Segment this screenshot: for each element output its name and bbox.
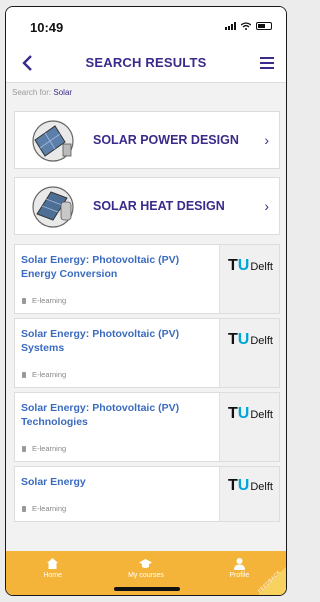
course-title: Solar Energy: Photovoltaic (PV) Energy C… bbox=[21, 254, 180, 280]
solar-collector-icon bbox=[32, 186, 74, 228]
page-title: SEARCH RESULTS bbox=[85, 55, 207, 70]
course-card[interactable]: Solar Energy E-learning TU Delft bbox=[14, 466, 280, 522]
phone-screen: 10:49 SEARCH RESULTS Search for: Solar S… bbox=[5, 6, 287, 596]
device-icon bbox=[22, 297, 26, 304]
topic-card-solar-heat[interactable]: SOLAR HEAT DESIGN › bbox=[14, 177, 280, 235]
course-card[interactable]: Solar Energy: Photovoltaic (PV) Technolo… bbox=[14, 392, 280, 462]
provider-logo-panel: TU Delft bbox=[219, 319, 279, 387]
device-icon bbox=[22, 445, 26, 452]
course-meta: E-learning bbox=[22, 370, 66, 379]
solar-panel-icon bbox=[32, 120, 74, 162]
course-type: E-learning bbox=[32, 444, 67, 453]
signal-icon bbox=[225, 22, 236, 30]
tudelft-logo: TU Delft bbox=[228, 477, 273, 494]
provider-logo-panel: TU Delft bbox=[219, 393, 279, 461]
provider-logo-panel: TU Delft bbox=[219, 245, 279, 313]
tab-label: Home bbox=[43, 572, 62, 579]
tab-home[interactable]: Home bbox=[18, 557, 88, 579]
topic-label: SOLAR HEAT DESIGN bbox=[93, 199, 225, 213]
search-query: Solar bbox=[53, 88, 73, 97]
tudelft-logo: TU Delft bbox=[228, 405, 273, 422]
status-time: 10:49 bbox=[30, 20, 64, 35]
course-type: E-learning bbox=[32, 370, 67, 379]
device-icon bbox=[22, 371, 26, 378]
tudelft-logo: TU Delft bbox=[228, 257, 273, 274]
tab-label: My courses bbox=[128, 572, 164, 579]
course-type: E-learning bbox=[32, 296, 67, 305]
topic-card-solar-power[interactable]: SOLAR POWER DESIGN › bbox=[14, 111, 280, 169]
course-meta: E-learning bbox=[22, 296, 66, 305]
tab-label: Profile bbox=[229, 572, 250, 579]
chevron-right-icon: › bbox=[264, 198, 269, 214]
nav-bar: SEARCH RESULTS bbox=[6, 43, 286, 83]
person-icon bbox=[233, 558, 245, 570]
system-icons bbox=[225, 22, 272, 30]
search-prefix: Search for: bbox=[12, 88, 52, 97]
chevron-right-icon: › bbox=[264, 132, 269, 148]
device-icon bbox=[22, 505, 26, 512]
tudelft-logo: TU Delft bbox=[228, 331, 273, 348]
provider-logo-panel: TU Delft bbox=[219, 467, 279, 521]
battery-icon bbox=[256, 22, 272, 30]
course-meta: E-learning bbox=[22, 504, 66, 513]
course-title: Solar Energy: Photovoltaic (PV) Systems bbox=[21, 328, 180, 354]
course-title: Solar Energy bbox=[21, 476, 86, 488]
course-type: E-learning bbox=[32, 504, 67, 513]
course-card[interactable]: Solar Energy: Photovoltaic (PV) Systems … bbox=[14, 318, 280, 388]
tab-my-courses[interactable]: My courses bbox=[111, 557, 181, 579]
bottom-tab-bar: Home My courses Profile bbox=[6, 551, 286, 595]
course-meta: E-learning bbox=[22, 444, 66, 453]
search-summary: Search for: Solar bbox=[6, 83, 286, 105]
feedback-corner[interactable]: FEEDBACK bbox=[252, 561, 286, 595]
status-bar: 10:49 bbox=[6, 7, 286, 43]
topic-label: SOLAR POWER DESIGN bbox=[93, 133, 239, 147]
wifi-icon bbox=[241, 22, 251, 30]
graduation-cap-icon bbox=[139, 559, 153, 568]
course-card[interactable]: Solar Energy: Photovoltaic (PV) Energy C… bbox=[14, 244, 280, 314]
hamburger-menu-icon[interactable] bbox=[260, 57, 274, 69]
feedback-label: FEEDBACK bbox=[256, 569, 282, 595]
home-indicator bbox=[114, 587, 180, 591]
course-title: Solar Energy: Photovoltaic (PV) Technolo… bbox=[21, 402, 180, 428]
home-icon bbox=[47, 558, 59, 569]
